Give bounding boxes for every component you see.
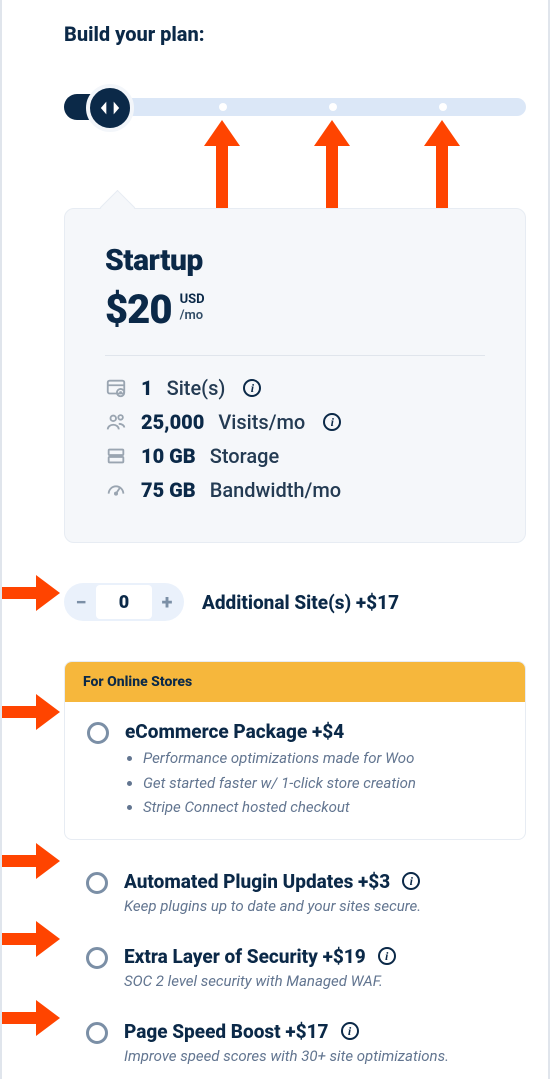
gauge-icon: [105, 479, 127, 501]
ecommerce-text: eCommerce Package +$4 Performance optimi…: [125, 720, 416, 821]
ecommerce-banner: For Online Stores: [65, 662, 525, 702]
stat-storage: 10 GB Storage: [105, 444, 485, 468]
addon-description: SOC 2 level security with Managed WAF.: [124, 972, 396, 990]
stat-value: 75 GB: [141, 478, 196, 502]
ecommerce-card: For Online Stores eCommerce Package +$4 …: [64, 661, 526, 840]
addon-description: Keep plugins up to date and your sites s…: [124, 897, 421, 915]
annotation-arrow-right-icon: [0, 694, 60, 730]
addon-radio[interactable]: [86, 1022, 108, 1044]
divider: [105, 355, 485, 356]
slider-handle[interactable]: [86, 84, 134, 132]
additional-sites-row: − 0 + Additional Site(s) +$17: [64, 583, 526, 621]
ecommerce-title: eCommerce Package +$4: [125, 720, 416, 743]
addon-description: Improve speed scores with 30+ site optim…: [124, 1047, 449, 1065]
plan-builder-panel: Build your plan: Startup $20 USD /mo 1: [0, 0, 550, 1079]
addon-radio[interactable]: [86, 947, 108, 969]
price-row: $20 USD /mo: [105, 286, 485, 333]
ecommerce-body: eCommerce Package +$4 Performance optimi…: [65, 702, 525, 839]
stat-sites: 1 Site(s) i: [105, 376, 485, 400]
period-label: /mo: [180, 308, 205, 324]
addon-row-security: Extra Layer of Security +$19 i SOC 2 lev…: [64, 945, 526, 990]
stat-visits: 25,000 Visits/mo i: [105, 410, 485, 434]
currency-label: USD: [180, 292, 205, 308]
stat-bandwidth: 75 GB Bandwidth/mo: [105, 478, 485, 502]
annotation-arrow-right-icon: [0, 921, 60, 957]
annotation-arrow-up-icon: [204, 120, 240, 210]
additional-sites-label: Additional Site(s) +$17: [202, 591, 399, 614]
addon-row-speed-boost: Page Speed Boost +$17 i Improve speed sc…: [64, 1020, 526, 1065]
stat-value: 10 GB: [141, 444, 196, 468]
ecommerce-bullets: Performance optimizations made for Woo G…: [125, 747, 416, 819]
slider-tick: [329, 103, 337, 111]
plan-name: Startup: [105, 243, 485, 278]
plan-price: $20: [105, 286, 172, 333]
stat-value: 25,000: [141, 410, 204, 434]
addon-title: Page Speed Boost +$17: [124, 1020, 329, 1043]
stat-value: 1: [141, 376, 153, 400]
section-title: Build your plan:: [64, 22, 526, 46]
addon-title: Extra Layer of Security +$19: [124, 945, 366, 968]
annotation-arrow-right-icon: [0, 1000, 60, 1036]
bullet: Performance optimizations made for Woo: [143, 747, 416, 770]
annotation-arrow-right-icon: [0, 843, 60, 879]
bullet: Get started faster w/ 1-click store crea…: [143, 772, 416, 795]
stat-unit: Visits/mo: [218, 410, 305, 434]
ecommerce-radio[interactable]: [87, 722, 109, 744]
info-icon[interactable]: i: [323, 413, 341, 431]
stepper-value: 0: [96, 585, 152, 619]
bullet: Stripe Connect hosted checkout: [143, 796, 416, 819]
annotation-arrow-up-icon: [424, 120, 460, 210]
quantity-stepper: − 0 +: [64, 583, 184, 621]
price-meta: USD /mo: [180, 292, 205, 323]
annotation-arrow-up-icon: [314, 120, 350, 210]
plan-slider[interactable]: [64, 86, 526, 126]
info-icon[interactable]: i: [341, 1022, 359, 1040]
addon-text: Automated Plugin Updates +$3 i Keep plug…: [124, 870, 421, 915]
addon-radio[interactable]: [86, 872, 108, 894]
stat-unit: Bandwidth/mo: [210, 478, 341, 502]
info-icon[interactable]: i: [378, 947, 396, 965]
drag-horizontal-icon: [99, 97, 121, 119]
addon-text: Page Speed Boost +$17 i Improve speed sc…: [124, 1020, 449, 1065]
addon-text: Extra Layer of Security +$19 i SOC 2 lev…: [124, 945, 396, 990]
server-icon: [105, 445, 127, 467]
addon-title: Automated Plugin Updates +$3: [124, 870, 390, 893]
info-icon[interactable]: i: [243, 379, 261, 397]
plan-card: Startup $20 USD /mo 1 Site(s) i 25,000 V…: [64, 208, 526, 543]
browser-add-icon: [105, 377, 127, 399]
annotation-arrow-right-icon: [0, 575, 60, 611]
increment-button[interactable]: +: [152, 585, 182, 619]
decrement-button[interactable]: −: [66, 585, 96, 619]
users-icon: [105, 411, 127, 433]
addon-row-plugin-updates: Automated Plugin Updates +$3 i Keep plug…: [64, 870, 526, 915]
info-icon[interactable]: i: [402, 872, 420, 890]
stat-unit: Site(s): [167, 376, 226, 400]
slider-tick: [439, 103, 447, 111]
slider-tick: [219, 103, 227, 111]
stat-unit: Storage: [210, 444, 279, 468]
